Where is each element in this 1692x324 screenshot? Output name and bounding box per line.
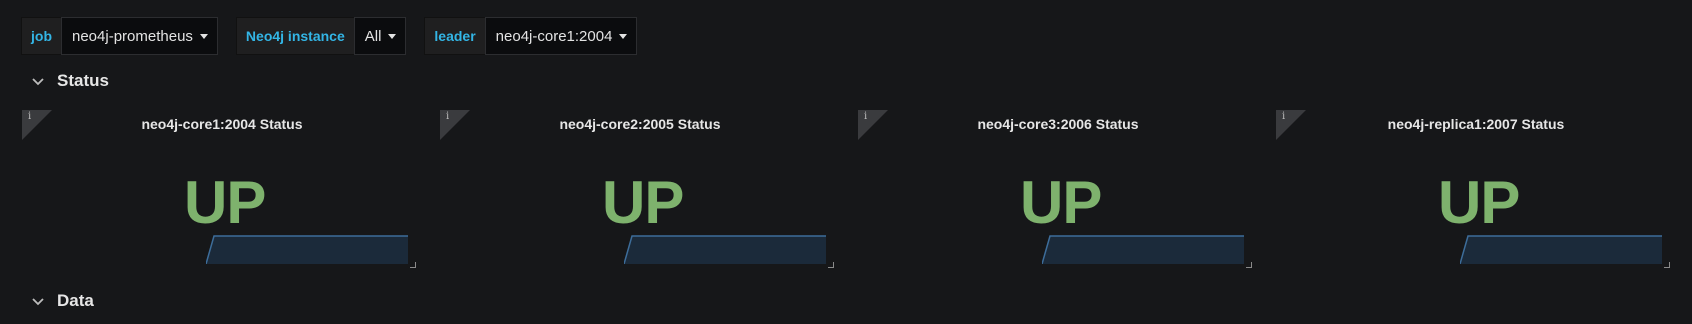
variable-leader-value: neo4j-core1:2004 [495, 27, 613, 45]
status-panel-core3: i neo4j-core3:2006 Status UP [858, 108, 1258, 270]
chevron-down-icon [32, 78, 44, 86]
status-value: UP [1020, 169, 1102, 236]
variable-job-label: job [21, 17, 61, 55]
status-value: UP [184, 169, 266, 236]
resize-handle-icon[interactable] [1664, 262, 1670, 268]
status-panel-core1: i neo4j-core1:2004 Status UP [22, 108, 422, 270]
resize-handle-icon[interactable] [1246, 262, 1252, 268]
panel-title[interactable]: neo4j-core2:2005 Status [440, 116, 840, 132]
variable-job: job neo4j-prometheus [21, 17, 218, 55]
sparkline [1042, 235, 1244, 264]
chevron-down-icon [32, 298, 44, 306]
template-variables-bar: job neo4j-prometheus Neo4j instance All … [21, 17, 638, 55]
status-panel-core2: i neo4j-core2:2005 Status UP [440, 108, 840, 270]
panel-title[interactable]: neo4j-replica1:2007 Status [1276, 116, 1676, 132]
row-title-status: Status [57, 71, 109, 90]
row-toggle-status[interactable]: Status [28, 71, 109, 91]
resize-handle-icon[interactable] [410, 262, 416, 268]
caret-down-icon [619, 33, 628, 39]
status-value: UP [1438, 169, 1520, 236]
variable-leader-label: leader [424, 17, 485, 55]
variable-job-dropdown[interactable]: neo4j-prometheus [61, 17, 218, 55]
status-panel-replica1: i neo4j-replica1:2007 Status UP [1276, 108, 1676, 270]
variable-job-value: neo4j-prometheus [72, 27, 193, 45]
variable-leader: leader neo4j-core1:2004 [424, 17, 638, 55]
caret-down-icon [199, 33, 208, 39]
caret-down-icon [388, 33, 397, 39]
panel-title[interactable]: neo4j-core1:2004 Status [22, 116, 422, 132]
sparkline [1460, 235, 1662, 264]
row-toggle-data[interactable]: Data [28, 291, 94, 311]
status-value: UP [602, 169, 684, 236]
resize-handle-icon[interactable] [828, 262, 834, 268]
panel-title[interactable]: neo4j-core3:2006 Status [858, 116, 1258, 132]
variable-instance-value: All [364, 27, 382, 45]
variable-instance: Neo4j instance All [235, 17, 407, 55]
sparkline [206, 235, 408, 264]
sparkline [624, 235, 826, 264]
variable-instance-label: Neo4j instance [235, 17, 354, 55]
variable-leader-dropdown[interactable]: neo4j-core1:2004 [484, 17, 638, 55]
row-title-data: Data [57, 291, 94, 310]
variable-instance-dropdown[interactable]: All [353, 17, 407, 55]
